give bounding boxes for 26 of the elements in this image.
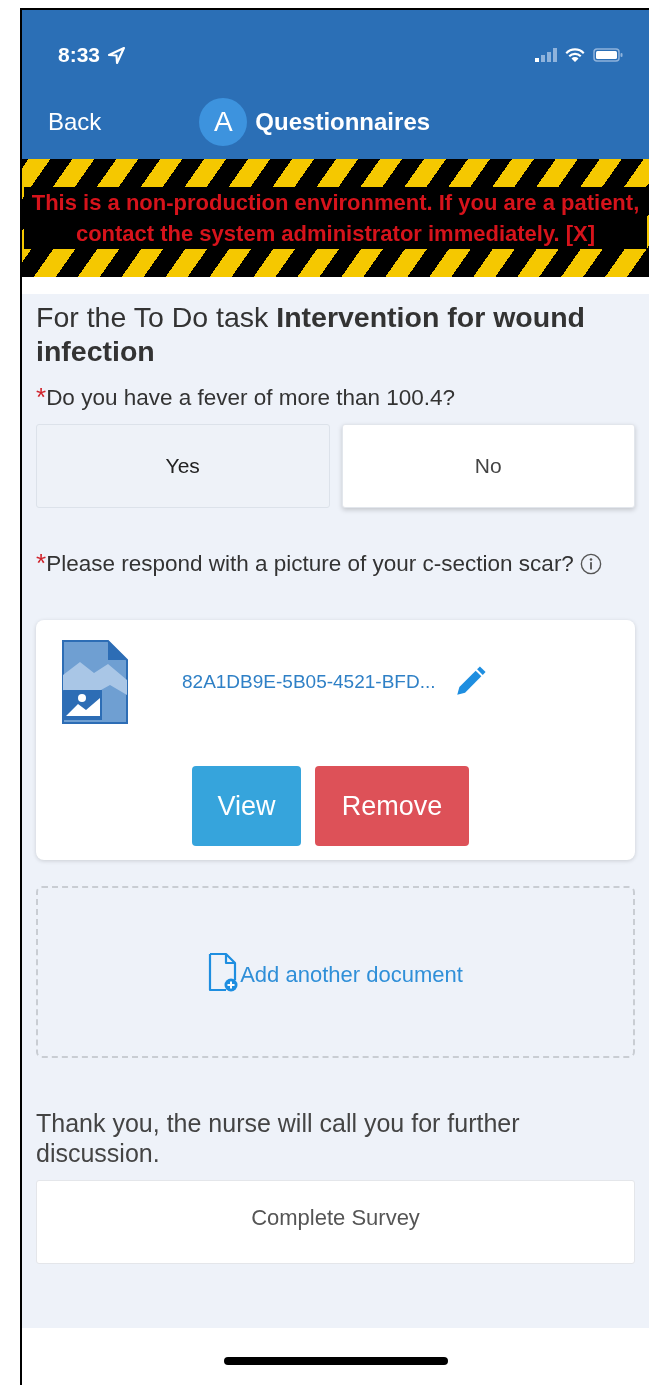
add-document-link[interactable]: Add another document [240,962,463,988]
image-file-icon [62,640,128,724]
required-mark: * [36,382,47,414]
add-document-area[interactable]: Add another document [36,886,635,1058]
file-name[interactable]: 82A1DB9E-5B05-4521-BFD... [182,671,436,693]
warning-text[interactable]: This is a non-production environment. If you are a patient, contact the system administrator immediately. [X] [24,187,647,249]
remove-button[interactable]: Remove [315,766,469,846]
back-button[interactable]: Back [48,108,102,136]
complete-survey-button[interactable]: Complete Survey [36,1180,635,1264]
info-icon[interactable] [579,553,602,575]
answer-option[interactable]: No [341,424,635,508]
view-button[interactable]: View [192,766,301,846]
add-document-icon [208,952,239,992]
wifi-icon [565,48,585,62]
signal-icon [535,48,557,62]
status-time: 8:33 [58,43,101,67]
required-mark: * [36,548,47,580]
task-intro: For the To Do task Intervention for wound infection [36,300,586,368]
battery-icon [593,48,623,62]
question-text: Do you have a fever of more than 100.4? [46,384,456,412]
confirmation-message: Thank you, the nurse will call you for further discussion. [36,1108,521,1168]
answer-option[interactable]: Yes [36,424,330,508]
page-title: Questionnaires [255,108,431,136]
avatar: A [199,98,248,146]
location-arrow-icon [108,46,126,64]
question-text: Please respond with a picture of your c-section scar? [46,548,602,580]
